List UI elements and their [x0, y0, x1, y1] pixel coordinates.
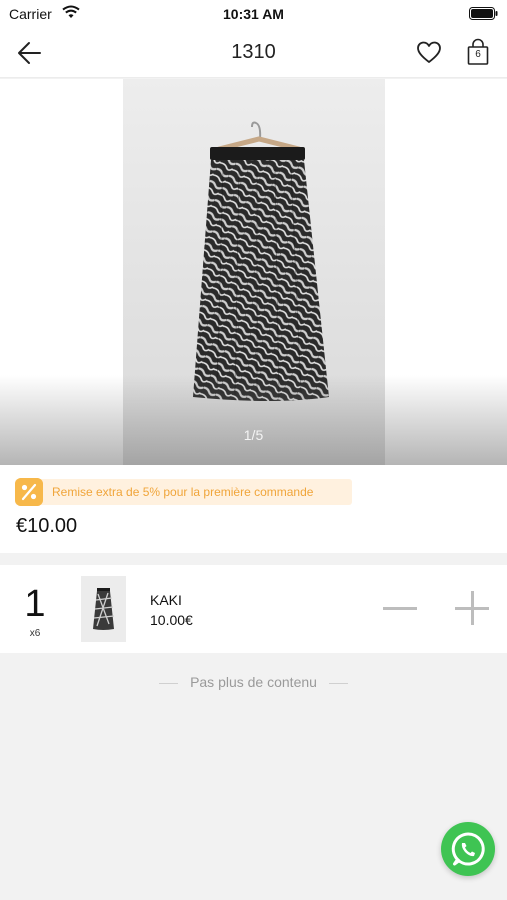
price-section: Remise extra de 5% pour la première comm… — [0, 465, 507, 553]
product-image-gallery[interactable]: 1/5 — [0, 79, 507, 465]
variant-thumbnail[interactable] — [81, 576, 126, 642]
increase-quantity-button[interactable] — [455, 591, 489, 625]
quantity-value: 1 — [24, 583, 46, 625]
whatsapp-button[interactable] — [441, 822, 495, 876]
gallery-shadow — [0, 375, 507, 465]
heart-icon[interactable] — [416, 40, 442, 66]
variant-name: KAKI — [150, 592, 182, 608]
cart-button[interactable]: 6 — [466, 38, 490, 66]
clock: 10:31 AM — [223, 6, 284, 22]
cart-count-badge: 6 — [475, 49, 481, 60]
whatsapp-icon — [451, 832, 485, 866]
status-bar: Carrier 10:31 AM — [0, 0, 507, 28]
end-of-content-notice: Pas plus de contenu — [0, 674, 507, 690]
variant-price: 10.00€ — [150, 612, 193, 628]
promo-banner: Remise extra de 5% pour la première comm… — [15, 478, 352, 506]
decrease-quantity-button[interactable] — [383, 591, 417, 625]
divider-right — [328, 682, 348, 684]
nav-bar: 1310 6 — [0, 28, 507, 78]
pack-size-label: x6 — [29, 628, 41, 639]
promo-text: Remise extra de 5% pour la première comm… — [52, 485, 314, 499]
divider-left — [159, 682, 179, 684]
gallery-page-indicator: 1/5 — [243, 427, 264, 443]
end-of-content-text: Pas plus de contenu — [190, 674, 317, 690]
percent-tag-icon — [15, 478, 43, 506]
product-price: €10.00 — [16, 515, 78, 537]
skirt-thumbnail-image — [81, 576, 126, 642]
battery-icon — [469, 7, 498, 20]
variant-row: 1 x6 KAKI 10.00€ — [0, 565, 507, 653]
